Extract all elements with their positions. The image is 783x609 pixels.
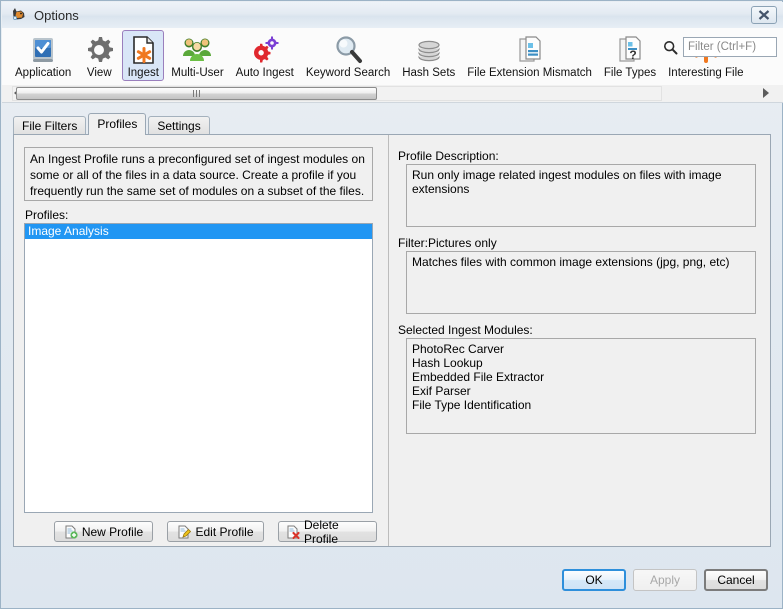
new-profile-button[interactable]: New Profile xyxy=(54,521,153,542)
toolbar-item-label: View xyxy=(87,67,112,79)
gear-icon xyxy=(83,34,115,66)
toolbar-item-label: Multi-User xyxy=(171,67,223,79)
magnifier-icon xyxy=(332,34,364,66)
toolbar-item-label: File Extension Mismatch xyxy=(467,67,592,79)
cancel-button[interactable]: Cancel xyxy=(704,569,768,591)
title-bar: Options xyxy=(2,2,783,28)
new-file-plus-icon xyxy=(64,525,78,539)
list-item: Hash Lookup xyxy=(412,356,750,370)
tab-label: Settings xyxy=(157,119,200,133)
ingest-profile-help-text: An Ingest Profile runs a preconfigured s… xyxy=(24,147,373,201)
filter-area xyxy=(657,37,777,57)
toolbar-item-label: Keyword Search xyxy=(306,67,390,79)
profile-action-buttons: New Profile Edit Profile xyxy=(54,521,377,542)
autopsy-dog-icon xyxy=(10,6,28,24)
tab-file-filters[interactable]: File Filters xyxy=(13,116,86,135)
ok-button[interactable]: OK xyxy=(562,569,626,591)
file-question-icon: ? xyxy=(614,34,646,66)
profiles-label: Profiles: xyxy=(25,208,68,222)
button-label: Cancel xyxy=(717,573,754,587)
toolbar-item-auto-ingest[interactable]: Auto Ingest xyxy=(231,30,299,81)
button-label: New Profile xyxy=(82,525,143,539)
file-extension-icon xyxy=(514,34,546,66)
filter-description-value: Matches files with common image extensio… xyxy=(406,251,756,314)
list-item: PhotoRec Carver xyxy=(412,342,750,356)
toolbar-item-keyword-search[interactable]: Keyword Search xyxy=(301,30,395,81)
close-icon xyxy=(758,10,770,20)
tab-profiles[interactable]: Profiles xyxy=(88,113,146,135)
filter-input[interactable] xyxy=(683,37,777,57)
list-item: Embedded File Extractor xyxy=(412,370,750,384)
toolbar-scrollbar[interactable] xyxy=(2,85,783,103)
button-label: Delete Profile xyxy=(304,518,369,546)
tab-strip: File Filters Profiles Settings xyxy=(13,113,771,135)
auto-ingest-gears-icon xyxy=(249,34,281,66)
delete-x-icon xyxy=(286,525,300,539)
profile-description-value: Run only image related ingest modules on… xyxy=(406,164,756,227)
tab-label: Profiles xyxy=(97,117,137,131)
category-toolbar-items: Application View xyxy=(10,30,751,84)
category-toolbar: Application View xyxy=(2,28,783,86)
toolbar-item-label: Interesting File xyxy=(668,67,743,79)
button-label: OK xyxy=(585,573,602,587)
button-label: Edit Profile xyxy=(195,525,253,539)
toolbar-item-hash-sets[interactable]: Hash Sets xyxy=(397,30,460,81)
profiles-list[interactable]: Image Analysis xyxy=(24,223,373,513)
search-icon xyxy=(663,40,678,55)
toolbar-item-application[interactable]: Application xyxy=(10,30,76,81)
toolbar-item-label: Application xyxy=(15,67,71,79)
svg-text:?: ? xyxy=(629,48,636,62)
close-button[interactable] xyxy=(751,6,777,24)
toolbar-item-label: Auto Ingest xyxy=(236,67,294,79)
list-item: File Type Identification xyxy=(412,398,750,412)
selected-ingest-modules-list: PhotoRec Carver Hash Lookup Embedded Fil… xyxy=(406,338,756,434)
tab-label: File Filters xyxy=(22,119,77,133)
multi-user-icon xyxy=(181,34,213,66)
toolbar-item-view[interactable]: View xyxy=(78,30,120,81)
list-item[interactable]: Image Analysis xyxy=(25,224,372,239)
toolbar-item-ingest[interactable]: Ingest xyxy=(122,30,164,81)
window-title: Options xyxy=(34,8,79,23)
toolbar-item-label: Hash Sets xyxy=(402,67,455,79)
filter-label: Filter:Pictures only xyxy=(398,236,497,250)
scrollbar-grip-icon xyxy=(193,90,200,97)
list-item: Exif Parser xyxy=(412,384,750,398)
button-label: Apply xyxy=(650,573,680,587)
edit-pencil-icon xyxy=(177,525,191,539)
selected-ingest-modules-label: Selected Ingest Modules: xyxy=(398,323,533,337)
toolbar-item-label: File Types xyxy=(604,67,656,79)
application-icon xyxy=(27,34,59,66)
database-icon xyxy=(413,34,445,66)
tab-settings[interactable]: Settings xyxy=(148,116,209,135)
ingest-document-icon xyxy=(127,34,159,66)
profiles-panel: An Ingest Profile runs a preconfigured s… xyxy=(13,134,771,547)
toolbar-item-label: Ingest xyxy=(128,67,159,79)
scroll-right-arrow-icon[interactable] xyxy=(763,88,769,98)
left-pane: An Ingest Profile runs a preconfigured s… xyxy=(14,135,388,546)
profile-description-label: Profile Description: xyxy=(398,149,499,163)
options-dialog-window: Options Application xyxy=(0,0,783,609)
toolbar-item-file-types[interactable]: ? File Types xyxy=(599,30,661,81)
toolbar-scrollbar-thumb[interactable] xyxy=(16,87,377,100)
right-pane: Profile Description: Run only image rela… xyxy=(389,135,771,546)
dialog-buttons: OK Apply Cancel xyxy=(555,569,768,591)
apply-button: Apply xyxy=(633,569,697,591)
toolbar-item-multi-user[interactable]: Multi-User xyxy=(166,30,228,81)
toolbar-item-file-extension-mismatch[interactable]: File Extension Mismatch xyxy=(462,30,597,81)
delete-profile-button[interactable]: Delete Profile xyxy=(278,521,377,542)
edit-profile-button[interactable]: Edit Profile xyxy=(167,521,264,542)
